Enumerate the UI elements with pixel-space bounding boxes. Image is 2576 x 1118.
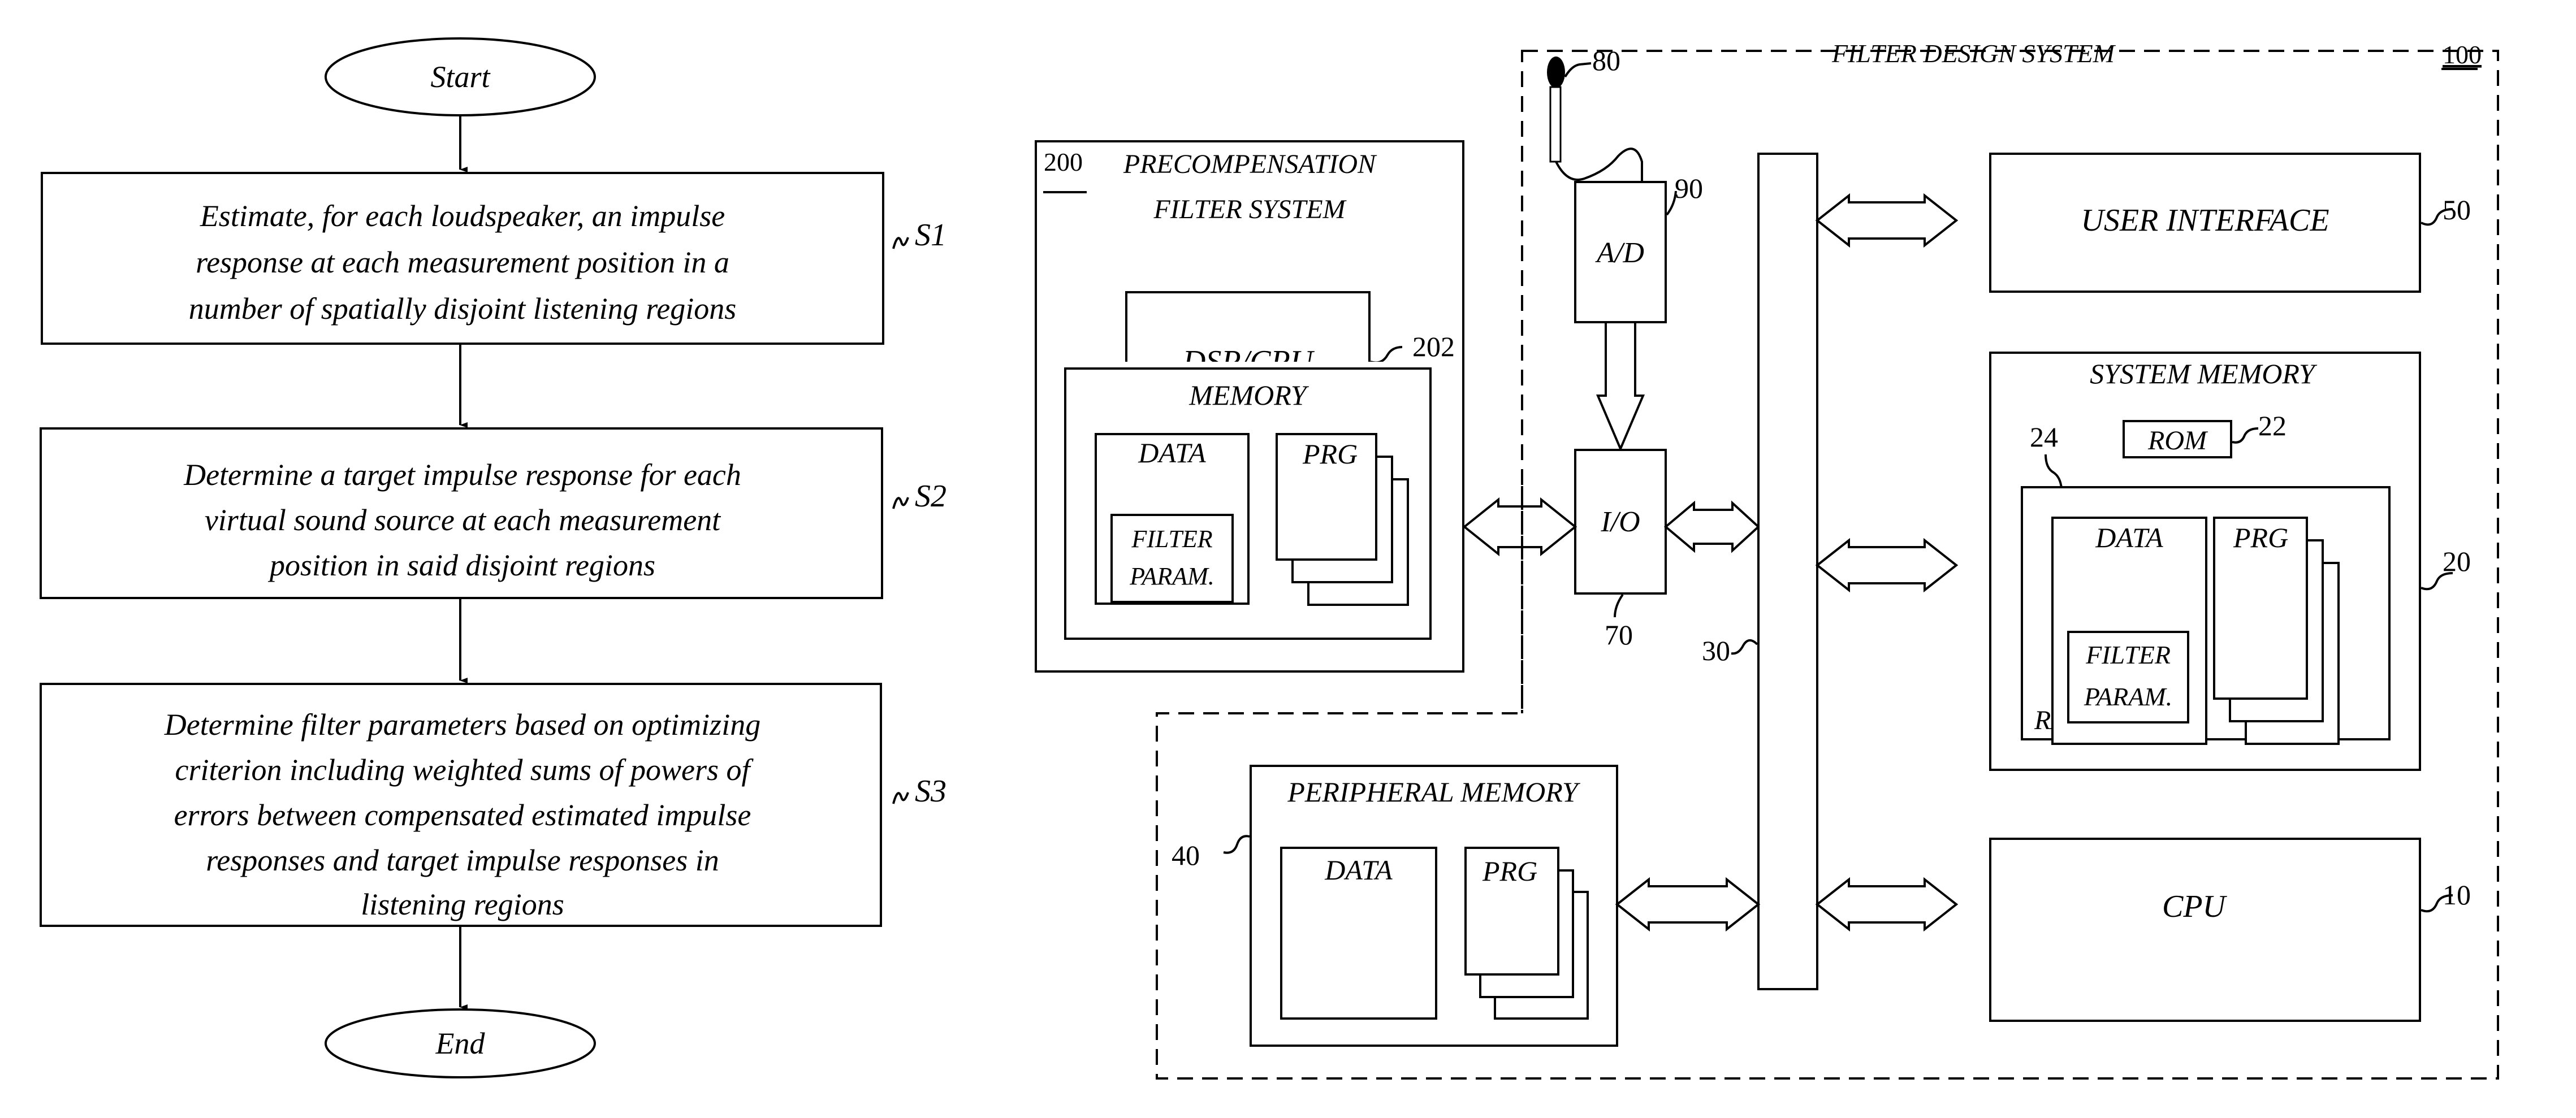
cpu-ref: 10 — [2443, 879, 2471, 911]
system-bus — [1757, 153, 1818, 990]
ram-ref: 24 — [2030, 421, 2058, 453]
user-interface-ref: 50 — [2443, 194, 2471, 226]
peripheral-data-label: DATA — [1324, 854, 1393, 886]
sys-data-label: DATA — [2095, 522, 2163, 553]
user-interface-label: USER INTERFACE — [2081, 203, 2329, 238]
pre-prg-label: PRG — [1302, 438, 1358, 470]
leader-line — [1614, 593, 1624, 618]
sys-param-label: PARAM. — [2084, 682, 2172, 711]
peripheral-memory-ref: 40 — [1172, 839, 1200, 871]
cpu-box — [1989, 838, 2421, 1022]
ad-converter-label: A/D — [1595, 237, 1644, 269]
peripheral-prg-stack: PRG — [1464, 847, 1589, 1020]
pre-param-label: PARAM. — [1129, 562, 1214, 590]
microphone-icon — [1547, 57, 1565, 88]
rom-ref: 22 — [2258, 410, 2287, 441]
leader-line — [1564, 62, 1592, 78]
microphone: 80 — [1547, 45, 1643, 182]
bus-ui-double-arrow — [1815, 193, 1959, 248]
leader-line — [1223, 835, 1250, 854]
peripheral-bus-double-arrow — [1615, 877, 1761, 932]
peripheral-prg-label: PRG — [1482, 855, 1537, 887]
microphone-handle — [1549, 86, 1562, 163]
sys-filter-label: FILTER — [2085, 640, 2171, 669]
io-bus-double-arrow — [1663, 500, 1760, 553]
ad-to-io-arrow — [1596, 322, 1645, 452]
peripheral-memory: PERIPHERAL MEMORY 40 DATA PRG — [1172, 765, 1618, 1047]
pre-prg-stack: PRG — [1276, 433, 1409, 606]
system-memory-label: SYSTEM MEMORY — [2090, 358, 2318, 389]
sys-prg-stack: PRG — [2213, 517, 2340, 745]
block-diagram-final: 204 MEMORY DATA FILTER PARAM. PRG 80 A/D… — [1035, 45, 2471, 1047]
bus-cpu-double-arrow — [1815, 877, 1959, 932]
bus-sysmem-double-arrow — [1815, 538, 1959, 593]
pre-memory-label: MEMORY — [1188, 379, 1309, 411]
peripheral-memory-label: PERIPHERAL MEMORY — [1287, 776, 1581, 808]
pre-data-label: DATA — [1138, 437, 1206, 469]
cpu-label: CPU — [2162, 889, 2228, 924]
bus-ref: 30 — [1702, 635, 1730, 666]
system-memory: SYSTEM MEMORY 20 ROM 22 24 RAM DATA FILT… — [1989, 352, 2471, 771]
microphone-ref: 80 — [1592, 45, 1620, 76]
precomp-io-double-arrow — [1462, 497, 1577, 557]
sys-prg-label: PRG — [2233, 522, 2288, 553]
microphone-cable — [1555, 148, 1643, 182]
io-ref: 70 — [1605, 619, 1633, 651]
system-memory-ref: 20 — [2443, 545, 2471, 577]
leader-line — [1731, 639, 1758, 655]
rom-label: ROM — [2147, 426, 2208, 456]
pre-filter-label: FILTER — [1131, 525, 1212, 553]
io-label: I/O — [1600, 506, 1640, 538]
ad-converter-ref: 90 — [1675, 172, 1703, 204]
